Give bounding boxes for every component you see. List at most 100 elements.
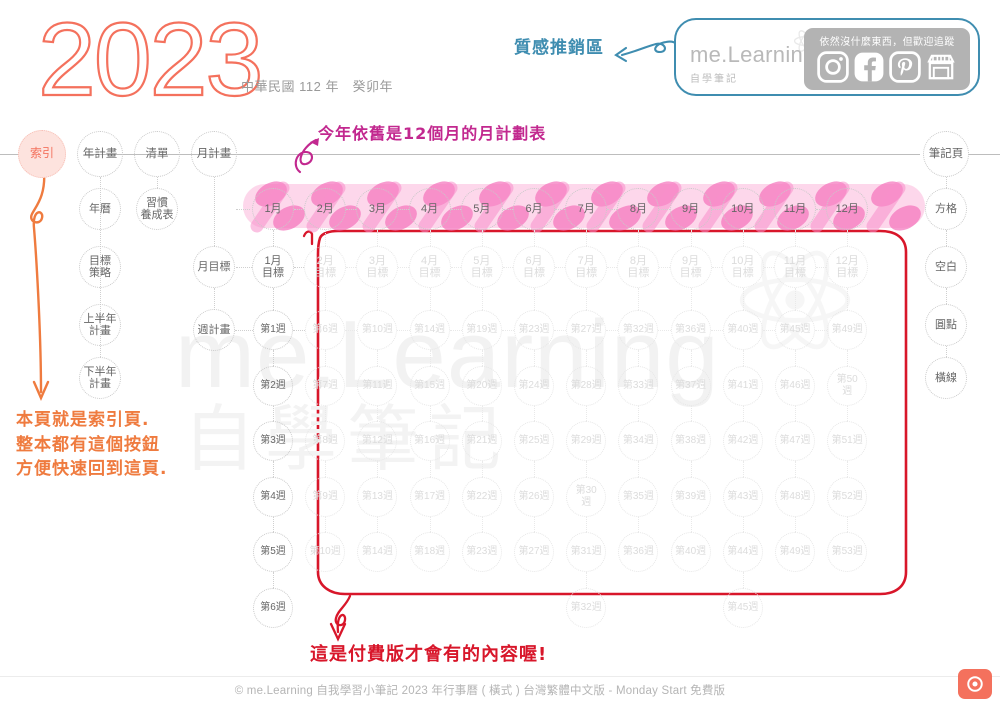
month-goal-node-1[interactable]: 1月 目標: [252, 246, 294, 288]
week-node-c1-r4[interactable]: 第4週: [253, 476, 293, 517]
week-node-c6-r5[interactable]: 第27週: [514, 532, 554, 572]
week-node-c11-r1[interactable]: 第45週: [775, 310, 815, 350]
nav-right-blank[interactable]: 空白: [925, 246, 967, 288]
nav-right-grid[interactable]: 方格: [925, 188, 967, 230]
week-node-c7-r5[interactable]: 第31週: [566, 532, 607, 572]
week-node-c9-r4[interactable]: 第39週: [670, 476, 711, 517]
instagram-icon[interactable]: [817, 51, 849, 83]
month-node-12[interactable]: 12月: [826, 188, 869, 230]
nav-year-item-0[interactable]: 年曆: [79, 188, 121, 230]
nav-year-plan[interactable]: 年計畫: [77, 131, 123, 177]
month-goal-node-9[interactable]: 9月 目標: [669, 246, 712, 288]
month-node-1[interactable]: 1月: [252, 188, 294, 230]
week-node-c4-r5[interactable]: 第18週: [409, 532, 450, 572]
week-node-c9-r5[interactable]: 第40週: [670, 532, 711, 572]
week-node-c5-r2[interactable]: 第20週: [461, 365, 502, 406]
week-node-c6-r1[interactable]: 第23週: [514, 310, 554, 350]
month-goal-node-4[interactable]: 4月 目標: [408, 246, 451, 288]
week-node-c10-r3[interactable]: 第42週: [722, 421, 763, 461]
week-node-c8-r3[interactable]: 第34週: [618, 421, 659, 461]
nav-month-plan[interactable]: 月計畫: [191, 131, 237, 177]
nav-habit-tracker[interactable]: 習慣 養成表: [136, 188, 178, 230]
month-goal-node-11[interactable]: 11月 目標: [774, 246, 816, 288]
month-node-7[interactable]: 7月: [565, 188, 608, 230]
week-node-c1-r3[interactable]: 第3週: [253, 421, 293, 461]
nav-year-item-2[interactable]: 上半年 計畫: [79, 304, 121, 346]
week-node-c2-r2[interactable]: 第7週: [305, 365, 346, 406]
month-goal-node-7[interactable]: 7月 目標: [565, 246, 608, 288]
nav-year-item-3[interactable]: 下半年 計畫: [79, 357, 121, 399]
week-node-c2-r3[interactable]: 第8週: [305, 421, 346, 461]
week-node-c12-r3[interactable]: 第51週: [827, 421, 868, 461]
week-node-c11-r5[interactable]: 第49週: [775, 532, 815, 572]
month-node-4[interactable]: 4月: [408, 188, 451, 230]
week-node-c12-r1[interactable]: 第49週: [827, 310, 868, 350]
week-node-c3-r5[interactable]: 第14週: [357, 532, 398, 572]
month-goal-node-6[interactable]: 6月 目標: [513, 246, 555, 288]
week-node-c1-r6[interactable]: 第6週: [253, 587, 293, 628]
week-node-c10-r2[interactable]: 第41週: [722, 365, 763, 406]
month-node-6[interactable]: 6月: [513, 188, 555, 230]
nav-right-dots[interactable]: 圓點: [925, 304, 967, 346]
week-node-c12-r2[interactable]: 第50 週: [827, 365, 868, 406]
week-node-c7-r3[interactable]: 第29週: [566, 421, 607, 461]
nav-right-notes[interactable]: 筆記頁: [923, 131, 969, 177]
week-node-c7-r4[interactable]: 第30 週: [566, 476, 607, 517]
month-node-8[interactable]: 8月: [617, 188, 660, 230]
facebook-icon[interactable]: [853, 51, 885, 83]
week-node-c10-r5[interactable]: 第44週: [722, 532, 763, 572]
week-node-c11-r4[interactable]: 第48週: [775, 476, 815, 517]
week-node-c5-r4[interactable]: 第22週: [461, 476, 502, 517]
week-node-c3-r3[interactable]: 第12週: [357, 421, 398, 461]
week-node-c11-r2[interactable]: 第46週: [775, 365, 815, 406]
promo-card[interactable]: me.Learning 自學筆記 依然沒什麼東西，但歡迎追蹤: [674, 18, 980, 96]
month-goal-node-10[interactable]: 10月 目標: [721, 246, 764, 288]
week-node-c8-r5[interactable]: 第36週: [618, 532, 659, 572]
week-node-c4-r4[interactable]: 第17週: [409, 476, 450, 517]
week-node-c2-r5[interactable]: 第10週: [305, 532, 346, 572]
month-node-2[interactable]: 2月: [304, 188, 347, 230]
storefront-icon[interactable]: [925, 51, 957, 83]
week-node-c7-r1[interactable]: 第27週: [566, 310, 607, 350]
week-node-c4-r1[interactable]: 第14週: [409, 310, 450, 350]
week-node-c4-r3[interactable]: 第16週: [409, 421, 450, 461]
index-button[interactable]: 索引: [18, 130, 66, 178]
month-goal-node-3[interactable]: 3月 目標: [356, 246, 399, 288]
pinterest-icon[interactable]: [889, 51, 921, 83]
week-node-c6-r3[interactable]: 第25週: [514, 421, 554, 461]
month-goal-node-12[interactable]: 12月 目標: [826, 246, 869, 288]
week-node-c10-r1[interactable]: 第40週: [722, 310, 763, 350]
month-node-9[interactable]: 9月: [669, 188, 712, 230]
week-node-c5-r1[interactable]: 第19週: [461, 310, 502, 350]
month-goal-node-8[interactable]: 8月 目標: [617, 246, 660, 288]
week-node-c1-r5[interactable]: 第5週: [253, 532, 293, 572]
week-node-c8-r2[interactable]: 第33週: [618, 365, 659, 406]
week-node-c7-r6[interactable]: 第32週: [566, 587, 607, 628]
week-node-c12-r4[interactable]: 第52週: [827, 476, 868, 517]
month-goal-node-2[interactable]: 2月 目標: [304, 246, 347, 288]
index-shortcut-button[interactable]: [958, 669, 992, 699]
week-node-c1-r1[interactable]: 第1週: [253, 310, 293, 350]
week-node-c9-r3[interactable]: 第38週: [670, 421, 711, 461]
week-node-c8-r1[interactable]: 第32週: [618, 310, 659, 350]
week-node-c12-r5[interactable]: 第53週: [827, 532, 868, 572]
week-node-c6-r2[interactable]: 第24週: [514, 365, 554, 406]
week-node-c4-r2[interactable]: 第15週: [409, 365, 450, 406]
week-node-c3-r1[interactable]: 第10週: [357, 310, 398, 350]
week-node-c10-r4[interactable]: 第43週: [722, 476, 763, 517]
month-node-5[interactable]: 5月: [460, 188, 503, 230]
month-goal-node-5[interactable]: 5月 目標: [460, 246, 503, 288]
week-node-c2-r4[interactable]: 第9週: [305, 476, 346, 517]
nav-year-item-1[interactable]: 目標 策略: [79, 246, 121, 288]
week-node-c3-r4[interactable]: 第13週: [357, 476, 398, 517]
week-node-c9-r2[interactable]: 第37週: [670, 365, 711, 406]
nav-checklist[interactable]: 清單: [134, 131, 180, 177]
week-node-c11-r3[interactable]: 第47週: [775, 421, 815, 461]
month-node-3[interactable]: 3月: [356, 188, 399, 230]
week-node-c5-r5[interactable]: 第23週: [461, 532, 502, 572]
month-node-11[interactable]: 11月: [774, 188, 816, 230]
week-node-c5-r3[interactable]: 第21週: [461, 421, 502, 461]
week-node-c9-r1[interactable]: 第36週: [670, 310, 711, 350]
week-node-c2-r1[interactable]: 第6週: [305, 310, 346, 350]
week-node-c7-r2[interactable]: 第28週: [566, 365, 607, 406]
